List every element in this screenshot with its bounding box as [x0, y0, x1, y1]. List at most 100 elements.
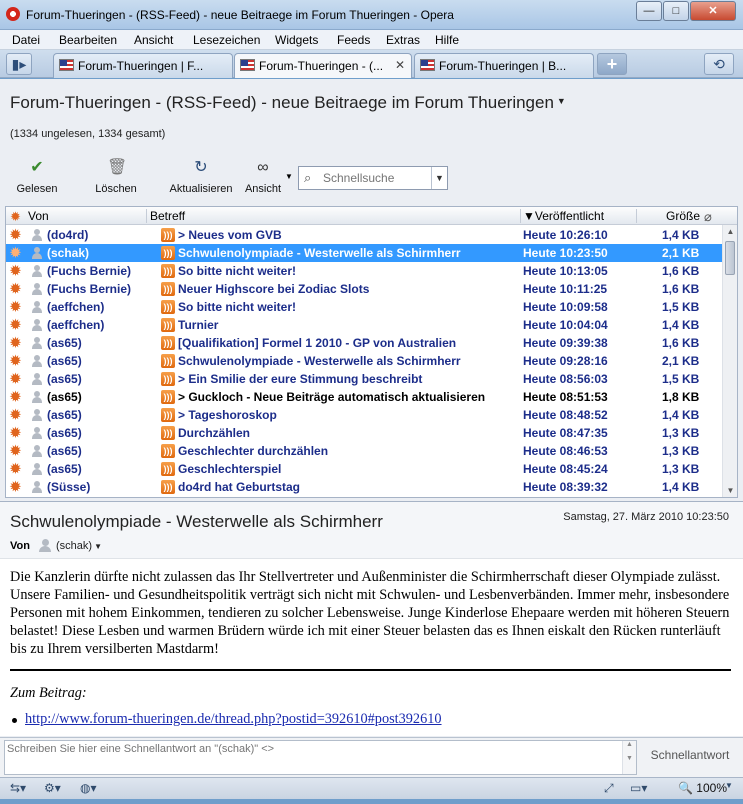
status-column-icon[interactable]: ✹ — [10, 209, 21, 225]
row-size: 1,4 KB — [662, 228, 700, 242]
table-row[interactable]: ✹ (Fuchs Bernie)))) So bitte nicht weiter!… — [6, 262, 722, 280]
row-date: Heute 10:11:25 — [523, 282, 608, 296]
table-row[interactable]: ✹ (as65)))) > Tageshoroskop Heute 08:48:52 1… — [6, 406, 722, 424]
unread-star-icon[interactable]: ✹ — [10, 479, 21, 495]
maximize-button[interactable]: □ — [663, 1, 689, 21]
close-tab-icon[interactable]: ✕ — [395, 58, 405, 72]
reply-scrollbar[interactable]: ▲ ▼ — [622, 741, 636, 774]
tab-label: Forum-Thueringen - (... — [259, 59, 384, 73]
view-dropdown-icon[interactable]: ▼ — [285, 172, 293, 181]
table-row[interactable]: ✹ (as65)))) > Ein Smilie der eure Stimmung… — [6, 370, 722, 388]
column-size[interactable]: Größe — [666, 209, 700, 223]
unread-star-icon[interactable]: ✹ — [10, 353, 21, 369]
quick-search[interactable]: ⌕ ▼ — [298, 166, 448, 190]
contact-icon — [32, 319, 42, 331]
panels-icon[interactable]: ⇆▾ — [10, 781, 26, 795]
refresh-button[interactable]: ↻ Aktualisieren — [164, 159, 238, 201]
table-row[interactable]: ✹ (aeffchen)))) Turnier Heute 10:04:04 1,4 K… — [6, 316, 722, 334]
column-published[interactable]: ▼Veröffentlicht — [523, 209, 604, 223]
post-link[interactable]: http://www.forum-thueringen.de/thread.ph… — [25, 711, 442, 728]
closed-tabs-icon[interactable]: ⟲ — [704, 53, 734, 75]
unite-icon[interactable]: ◍▾ — [80, 781, 97, 795]
list-header: ✹ Von Betreff ▼Veröffentlicht Größe ⌀ — [6, 207, 737, 225]
unread-star-icon[interactable]: ✹ — [10, 335, 21, 351]
table-row[interactable]: ✹ (Fuchs Bernie)))) Neuer Highscore bei Zo… — [6, 280, 722, 298]
delete-button[interactable]: 🗑 Löschen — [91, 159, 141, 201]
table-row-selected[interactable]: ✹ (schak)))) Schwulenolympiade - Westerwel… — [6, 244, 722, 262]
row-date: Heute 09:28:16 — [523, 354, 608, 368]
list-scrollbar[interactable]: ▲ ▼ — [722, 225, 737, 497]
quick-reply-input[interactable] — [7, 743, 617, 773]
row-subject: Schwulenolympiade - Westerwelle als Schi… — [178, 246, 461, 260]
scroll-thumb[interactable] — [725, 241, 735, 275]
from-label: Von — [10, 540, 30, 552]
menu-bearbeiten[interactable]: Bearbeiten — [59, 33, 117, 47]
feed-title[interactable]: Forum-Thueringen - (RSS-Feed) - neue Bei… — [10, 93, 566, 113]
sender-name[interactable]: (schak) ▼ — [56, 540, 102, 552]
panel-toggle-icon[interactable]: ▮▸ — [6, 53, 32, 75]
table-row[interactable]: ✹ (as65)))) Durchzählen Heute 08:47:35 1,3 K… — [6, 424, 722, 442]
close-window-button[interactable]: ✕ — [690, 1, 736, 21]
menu-ansicht[interactable]: Ansicht — [134, 33, 173, 47]
tab-forum-2-active[interactable]: Forum-Thueringen - (... ✕ — [234, 53, 412, 78]
table-row[interactable]: ✹ (aeffchen)))) So bitte nicht weiter! Heut… — [6, 298, 722, 316]
mark-read-button[interactable]: ✔ Gelesen — [14, 159, 60, 201]
column-subject[interactable]: Betreff — [150, 209, 185, 223]
unread-star-icon[interactable]: ✹ — [10, 245, 21, 261]
unread-star-icon[interactable]: ✹ — [10, 461, 21, 477]
new-tab-button[interactable]: + — [597, 53, 627, 75]
row-from: (as65) — [47, 336, 82, 350]
zoom-level[interactable]: 🔍 100% — [678, 781, 727, 795]
unread-star-icon[interactable]: ✹ — [10, 263, 21, 279]
quick-reply-field[interactable]: ▲▼ — [4, 740, 637, 775]
table-row[interactable]: ✹ (as65)))) Geschlechterspiel Heute 08:45:2… — [6, 460, 722, 478]
table-row[interactable]: ✹ (Süsse)))) do4rd hat Geburtstag Heute 08:… — [6, 478, 722, 496]
table-row[interactable]: ✹ (as65)))) Schwulenolympiade - Westerwell… — [6, 352, 722, 370]
menu-extras[interactable]: Extras — [386, 33, 420, 47]
row-size: 1,3 KB — [662, 426, 700, 440]
unread-star-icon[interactable]: ✹ — [10, 281, 21, 297]
search-dropdown-icon[interactable]: ▼ — [431, 167, 447, 189]
attachment-icon[interactable]: ⌀ — [704, 209, 712, 225]
row-date: Heute 10:04:04 — [523, 318, 608, 332]
search-input[interactable] — [323, 170, 428, 186]
unread-star-icon[interactable]: ✹ — [10, 371, 21, 387]
menu-widgets[interactable]: Widgets — [275, 33, 318, 47]
table-row[interactable]: ✹ (as65)))) > Guckloch - Neue Beiträge aut… — [6, 388, 722, 406]
menu-datei[interactable]: Datei — [12, 33, 40, 47]
row-from: (as65) — [47, 372, 82, 386]
tab-forum-1[interactable]: Forum-Thueringen | F... — [53, 53, 233, 78]
unread-star-icon[interactable]: ✹ — [10, 407, 21, 423]
sync-icon[interactable]: ⚙▾ — [44, 781, 61, 795]
row-subject: > Neues vom GVB — [178, 228, 282, 242]
column-from[interactable]: Von — [28, 209, 49, 223]
zoom-dropdown-icon[interactable]: ▼ — [725, 781, 733, 790]
unread-star-icon[interactable]: ✹ — [10, 389, 21, 405]
unread-star-icon[interactable]: ✹ — [10, 227, 21, 243]
quick-reply-button[interactable]: Schnellantwort — [640, 748, 740, 768]
menu-feeds[interactable]: Feeds — [337, 33, 370, 47]
feed-title-text: Forum-Thueringen - (RSS-Feed) - neue Bei… — [10, 93, 554, 112]
table-row[interactable]: ✹ (as65)))) Geschlechter durchzählen Heute … — [6, 442, 722, 460]
contact-icon — [32, 391, 42, 403]
contact-icon — [39, 539, 51, 552]
unread-star-icon[interactable]: ✹ — [10, 425, 21, 441]
tab-forum-3[interactable]: Forum-Thueringen | B... — [414, 53, 594, 78]
view-mode-icon[interactable]: ▭▾ — [630, 781, 647, 795]
rss-icon: ))) — [161, 354, 175, 368]
view-button[interactable]: ∞ Ansicht — [240, 159, 286, 201]
minimize-button[interactable]: — — [636, 1, 662, 21]
refresh-label: Aktualisieren — [169, 183, 233, 195]
contact-icon — [32, 355, 42, 367]
scroll-down-icon[interactable]: ▼ — [723, 486, 737, 495]
menu-hilfe[interactable]: Hilfe — [435, 33, 459, 47]
table-row[interactable]: ✹ (do4rd)))) > Neues vom GVB Heute 10:26:10… — [6, 226, 722, 244]
unread-star-icon[interactable]: ✹ — [10, 299, 21, 315]
tab-bar: ▮▸ Forum-Thueringen | F... Forum-Thuerin… — [0, 50, 743, 78]
scroll-up-icon[interactable]: ▲ — [723, 227, 737, 236]
table-row[interactable]: ✹ (as65)))) [Qualifikation] Formel 1 2010 … — [6, 334, 722, 352]
unread-star-icon[interactable]: ✹ — [10, 317, 21, 333]
resize-icon[interactable]: ⤢ — [604, 781, 614, 796]
menu-lesezeichen[interactable]: Lesezeichen — [193, 33, 260, 47]
unread-star-icon[interactable]: ✹ — [10, 443, 21, 459]
